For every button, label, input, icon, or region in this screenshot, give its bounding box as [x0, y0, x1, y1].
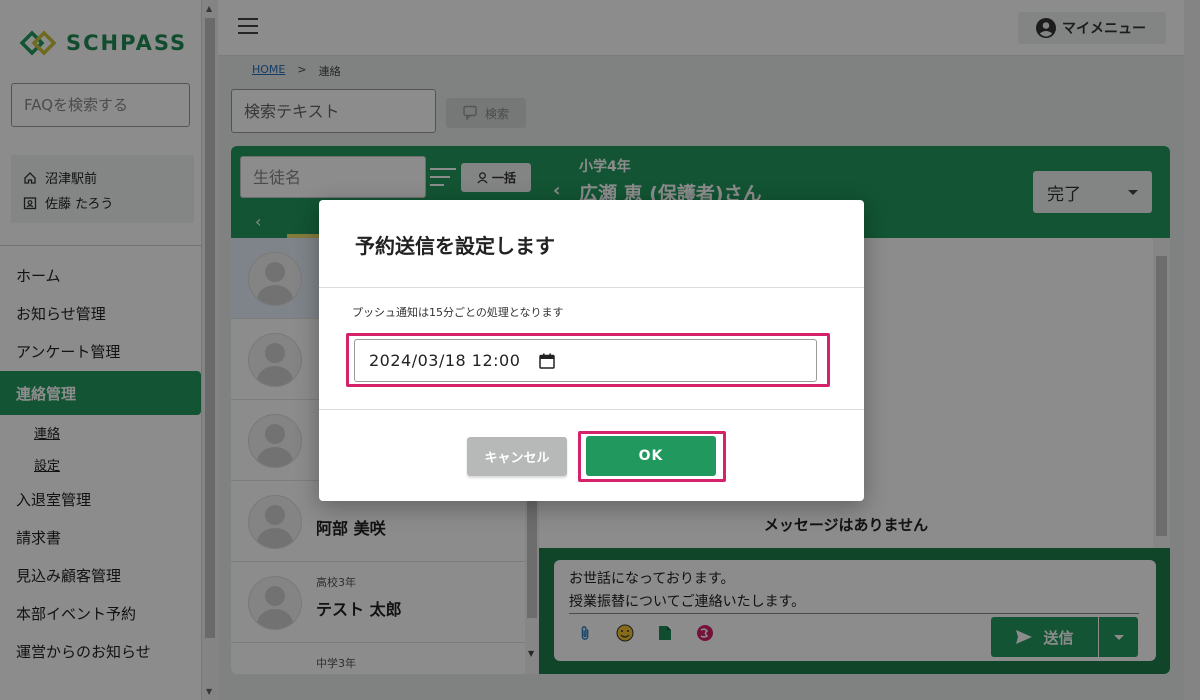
dialog-divider	[319, 287, 864, 288]
dialog-title: 予約送信を設定します	[355, 234, 555, 258]
calendar-icon[interactable]	[539, 353, 555, 369]
schedule-send-dialog: 予約送信を設定します プッシュ通知は15分ごとの処理となります 2024/03/…	[319, 200, 864, 501]
datetime-input[interactable]: 2024/03/18 12:00	[354, 339, 817, 382]
push-notification-note: プッシュ通知は15分ごとの処理となります	[352, 306, 564, 319]
cancel-button[interactable]: キャンセル	[467, 437, 567, 476]
datetime-value: 2024/03/18 12:00	[369, 351, 521, 370]
dialog-divider	[319, 409, 864, 410]
ok-button[interactable]: OK	[586, 436, 716, 476]
